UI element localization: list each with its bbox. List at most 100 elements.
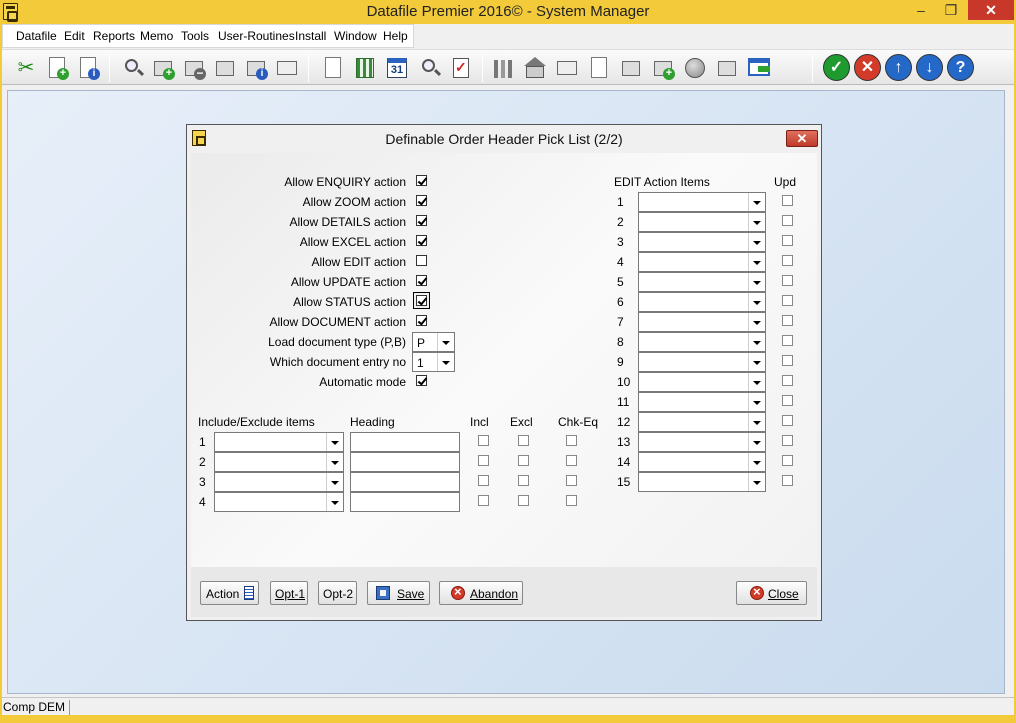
chevron-down-icon[interactable] [748,273,765,291]
chevron-down-icon[interactable] [748,233,765,251]
chevron-down-icon[interactable] [748,313,765,331]
heading-input[interactable] [350,452,460,472]
chart-icon[interactable] [490,55,516,81]
upd-checkbox[interactable] [782,415,793,426]
spreadsheet-icon[interactable] [352,55,378,81]
menu-reports[interactable]: Reports [93,29,135,43]
edit-action-select[interactable] [638,192,766,212]
chevron-down-icon[interactable] [748,293,765,311]
magnifier-icon[interactable] [416,55,442,81]
chevron-down-icon[interactable] [748,413,765,431]
chevron-down-icon[interactable] [326,493,343,511]
menu-user-routines[interactable]: User-Routines [218,29,295,43]
chk-eq-checkbox[interactable] [566,455,577,466]
include-item-select[interactable] [214,432,344,452]
chevron-down-icon[interactable] [748,353,765,371]
remove-record-icon[interactable]: − [181,55,207,81]
up-icon[interactable]: ↑ [885,54,912,81]
edit-action-select[interactable] [638,392,766,412]
menu-help[interactable]: Help [383,29,408,43]
calendar-icon[interactable]: 31 [384,55,410,81]
document-info-icon[interactable]: i [75,55,101,81]
edit-action-select[interactable] [638,292,766,312]
add-record-icon[interactable]: + [150,55,176,81]
chevron-down-icon[interactable] [748,333,765,351]
upd-checkbox[interactable] [782,215,793,226]
chk-eq-checkbox[interactable] [566,435,577,446]
chevron-down-icon[interactable] [748,453,765,471]
edit-action-select[interactable] [638,312,766,332]
incl-checkbox[interactable] [478,475,489,486]
edit-action-select[interactable] [638,372,766,392]
picture-icon[interactable] [618,55,644,81]
eraser-icon[interactable] [274,55,300,81]
minimize-button[interactable]: – [906,0,936,20]
update-checkbox[interactable] [416,275,427,286]
incl-checkbox[interactable] [478,495,489,506]
edit-action-select[interactable] [638,252,766,272]
menu-install[interactable]: Install [295,29,326,43]
chevron-down-icon[interactable] [326,453,343,471]
edit-action-select[interactable] [638,272,766,292]
incl-checkbox[interactable] [478,435,489,446]
upd-checkbox[interactable] [782,315,793,326]
checklist-icon[interactable] [448,55,474,81]
enquiry-checkbox[interactable] [416,175,427,186]
abandon-button[interactable]: Abandon [439,581,523,605]
automatic-mode-checkbox[interactable] [416,375,427,386]
chevron-down-icon[interactable] [326,433,343,451]
heading-input[interactable] [350,432,460,452]
upd-checkbox[interactable] [782,375,793,386]
incl-checkbox[interactable] [478,455,489,466]
upd-checkbox[interactable] [782,235,793,246]
zoom-checkbox[interactable] [416,195,427,206]
edit-action-select[interactable] [638,352,766,372]
edit-checkbox[interactable] [416,255,427,266]
help-icon[interactable]: ? [947,54,974,81]
save-button[interactable]: Save [367,581,430,605]
cut-icon[interactable]: ✂ [13,55,39,81]
edit-action-select[interactable] [638,412,766,432]
search-icon[interactable] [119,55,145,81]
chevron-down-icon[interactable] [748,253,765,271]
upd-checkbox[interactable] [782,195,793,206]
upd-checkbox[interactable] [782,275,793,286]
info-card-icon[interactable]: i [243,55,269,81]
edit-action-select[interactable] [638,432,766,452]
chevron-down-icon[interactable] [748,473,765,491]
chevron-down-icon[interactable] [748,193,765,211]
opt1-button[interactable]: Opt-1 [270,581,308,605]
chk-eq-checkbox[interactable] [566,495,577,506]
chevron-down-icon[interactable] [748,433,765,451]
upd-checkbox[interactable] [782,395,793,406]
excl-checkbox[interactable] [518,455,529,466]
excl-checkbox[interactable] [518,435,529,446]
menu-window[interactable]: Window [334,29,377,43]
chevron-down-icon[interactable] [437,353,454,371]
chk-eq-checkbox[interactable] [566,475,577,486]
maximize-button[interactable]: ❐ [936,0,966,20]
edit-action-select[interactable] [638,212,766,232]
word-document-icon[interactable] [586,55,612,81]
action-button[interactable]: Action [200,581,259,605]
details-checkbox[interactable] [416,215,427,226]
mail-icon[interactable] [554,55,580,81]
excel-checkbox[interactable] [416,235,427,246]
chevron-down-icon[interactable] [326,473,343,491]
include-item-select[interactable] [214,452,344,472]
printer-icon[interactable] [714,55,740,81]
chevron-down-icon[interactable] [748,373,765,391]
excl-checkbox[interactable] [518,495,529,506]
down-icon[interactable]: ↓ [916,54,943,81]
globe-icon[interactable] [682,55,708,81]
chevron-down-icon[interactable] [748,393,765,411]
load-doc-type-select[interactable]: P [412,332,455,352]
menu-edit[interactable]: Edit [64,29,85,43]
chevron-down-icon[interactable] [748,213,765,231]
close-window-button[interactable]: ✕ [968,0,1014,20]
add-folder-icon[interactable]: + [650,55,676,81]
upd-checkbox[interactable] [782,475,793,486]
edit-action-select[interactable] [638,232,766,252]
home-icon[interactable] [522,55,548,81]
box-icon[interactable] [212,55,238,81]
